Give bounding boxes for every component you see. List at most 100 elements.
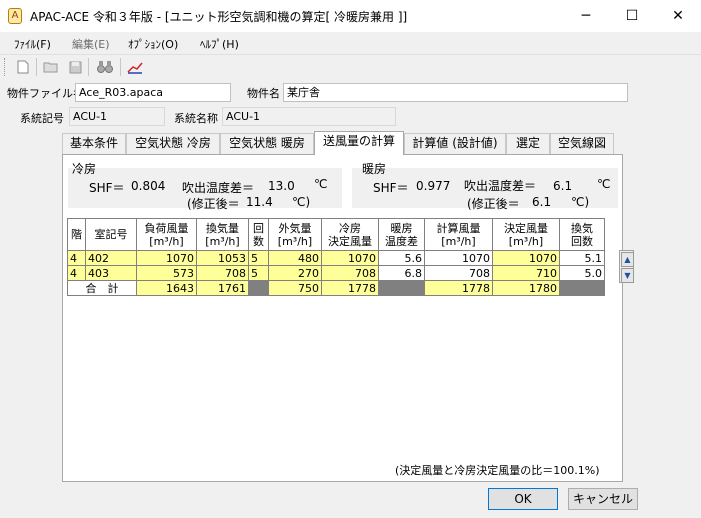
table-row[interactable]: 4 403 573 708 5 270 708 6.8 708 710 5.0 [67, 265, 605, 281]
save-icon[interactable] [66, 58, 84, 76]
system-code-label: 系統記号 [20, 112, 64, 125]
menu-file[interactable]: ﾌｧｲﾙ(F) [14, 36, 51, 52]
total-cooling-decided: 1778 [321, 280, 379, 296]
cell-times[interactable]: 5 [248, 265, 269, 281]
cell-outdoor-air[interactable]: 270 [268, 265, 322, 281]
header-cooling-decided: 冷房 決定風量 [321, 218, 379, 251]
cell-heating-temp-diff[interactable]: 5.6 [378, 250, 425, 266]
cell-ach[interactable]: 5.1 [559, 250, 605, 266]
scroll-down-icon[interactable]: ▼ [621, 268, 634, 283]
cell-heating-temp-diff[interactable]: 6.8 [378, 265, 425, 281]
cell-calc-airflow[interactable]: 1070 [424, 250, 493, 266]
heating-dt-label: 吹出温度差＝ [464, 179, 537, 193]
cell-load-airflow[interactable]: 1070 [136, 250, 197, 266]
total-ventilation: 1761 [196, 280, 249, 296]
binoculars-icon[interactable] [96, 58, 114, 76]
cell-floor[interactable]: 4 [67, 265, 86, 281]
total-decided-airflow: 1780 [492, 280, 560, 296]
cell-cooling-decided[interactable]: 708 [321, 265, 379, 281]
table-header-row: 階 室記号 負荷風量 [m³/h] 換気量 [m³/h] 回数 外気量 [m³/h] … [67, 218, 605, 251]
scroll-up-icon[interactable]: ▲ [621, 252, 634, 267]
cooling-shf-value: 0.804 [131, 179, 166, 193]
cell-times[interactable]: 5 [248, 250, 269, 266]
heating-corrected-label: (修正後＝ [467, 197, 520, 211]
heating-dt-unit: ℃ [597, 177, 611, 191]
cell-load-airflow[interactable]: 573 [136, 265, 197, 281]
cell-outdoor-air[interactable]: 480 [268, 250, 322, 266]
app-icon[interactable]: A [8, 8, 22, 24]
cell-ach[interactable]: 5.0 [559, 265, 605, 281]
tab-airflow-calculation[interactable]: 送風量の計算 [314, 131, 404, 155]
tab-psychrometric-chart[interactable]: 空気線図 [550, 133, 614, 154]
header-heating-temp-diff: 暖房 温度差 [378, 218, 425, 251]
cooling-shf-label: SHF＝ [89, 181, 125, 195]
heating-corrected-value: 6.1 [532, 195, 552, 209]
toolbar-separator [36, 58, 37, 76]
file-name-label: 物件ファイル名 [7, 87, 84, 100]
cooling-dt-unit: ℃ [314, 177, 328, 191]
cell-decided-airflow[interactable]: 1070 [492, 250, 560, 266]
cooling-corrected-label: (修正後＝ [187, 197, 240, 211]
header-calc-airflow: 計算風量 [m³/h] [424, 218, 493, 251]
property-name-label: 物件名 [247, 87, 280, 100]
close-button[interactable]: ✕ [655, 0, 701, 32]
property-name-field: 某庁舎 [283, 83, 628, 102]
cell-cooling-decided[interactable]: 1070 [321, 250, 379, 266]
header-ach: 換気 回数 [559, 218, 605, 251]
header-floor: 階 [67, 218, 86, 251]
heating-shf-label: SHF＝ [373, 181, 409, 195]
cell-floor[interactable]: 4 [67, 250, 86, 266]
table-total-row: 合 計 1643 1761 750 1778 1778 1780 [67, 280, 605, 296]
cancel-button[interactable]: キャンセル [568, 488, 638, 510]
airflow-ratio-text: (決定風量と冷房決定風量の比＝100.1%) [395, 464, 600, 477]
ok-button[interactable]: OK [488, 488, 558, 510]
table-row[interactable]: 4 402 1070 1053 5 480 1070 5.6 1070 1070… [67, 250, 605, 266]
cooling-corrected-value: 11.4 [246, 195, 273, 209]
cell-ventilation[interactable]: 1053 [196, 250, 249, 266]
total-heating-blank [378, 280, 425, 296]
tab-basic-conditions[interactable]: 基本条件 [62, 133, 126, 154]
chart-icon[interactable] [126, 58, 144, 76]
open-folder-icon[interactable] [42, 58, 60, 76]
cooling-dt-value: 13.0 [268, 179, 295, 193]
airflow-table: 階 室記号 負荷風量 [m³/h] 換気量 [m³/h] 回数 外気量 [m³/h] … [67, 218, 605, 296]
heating-shf-value: 0.977 [416, 179, 451, 193]
header-times: 回数 [248, 218, 269, 251]
cooling-group-title: 冷房 [72, 162, 97, 176]
new-file-icon[interactable] [14, 58, 32, 76]
cooling-corrected-unit: ℃) [292, 195, 311, 209]
file-name-field: Ace_R03.apaca [75, 83, 231, 102]
maximize-button[interactable]: ☐ [609, 0, 655, 32]
window-title: APAC-ACE 令和３年版 - [ユニット形空気調和機の算定[ 冷暖房兼用 ]… [30, 10, 408, 24]
header-outdoor-air: 外気量 [m³/h] [268, 218, 322, 251]
heating-group-title: 暖房 [362, 162, 387, 176]
menu-help[interactable]: ﾍﾙﾌﾟ(H) [200, 36, 239, 52]
total-ach-blank [559, 280, 605, 296]
tab-calculated-values[interactable]: 計算値 (設計値) [404, 133, 506, 154]
cell-calc-airflow[interactable]: 708 [424, 265, 493, 281]
total-label: 合 計 [67, 280, 137, 296]
cell-room-code[interactable]: 403 [85, 265, 137, 281]
toolbar-separator [120, 58, 121, 76]
total-load-airflow: 1643 [136, 280, 197, 296]
heating-corrected-unit: ℃) [571, 195, 590, 209]
toolbar-grip [4, 58, 7, 76]
tab-selection[interactable]: 選定 [506, 133, 550, 154]
header-decided-airflow: 決定風量 [m³/h] [492, 218, 560, 251]
cooling-dt-label: 吹出温度差＝ [182, 181, 255, 195]
cell-ventilation[interactable]: 708 [196, 265, 249, 281]
toolbar-separator [88, 58, 89, 76]
menu-edit[interactable]: 編集(E) [72, 36, 110, 52]
menu-options[interactable]: ｵﾌﾟｼｮﾝ(O) [128, 36, 178, 52]
cell-room-code[interactable]: 402 [85, 250, 137, 266]
tab-air-state-heating[interactable]: 空気状態 暖房 [220, 133, 314, 154]
header-load-airflow: 負荷風量 [m³/h] [136, 218, 197, 251]
header-room-code: 室記号 [85, 218, 137, 251]
table-scrollbar[interactable]: ▲ ▼ [619, 250, 634, 283]
tab-air-state-cooling[interactable]: 空気状態 冷房 [126, 133, 220, 154]
heating-dt-value: 6.1 [553, 179, 573, 193]
system-name-label: 系統名称 [174, 112, 218, 125]
total-times-blank [248, 280, 269, 296]
cell-decided-airflow[interactable]: 710 [492, 265, 560, 281]
minimize-button[interactable]: ─ [563, 0, 609, 32]
